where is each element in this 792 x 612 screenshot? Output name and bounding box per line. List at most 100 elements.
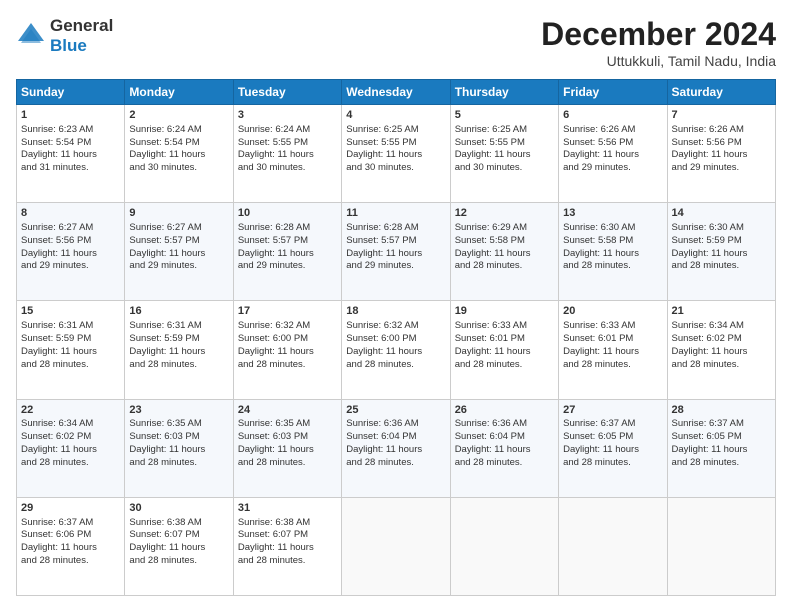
day-info: Sunrise: 6:30 AM	[563, 222, 662, 235]
day-info: Daylight: 11 hours	[21, 248, 120, 261]
day-info: Sunset: 6:05 PM	[563, 431, 662, 444]
day-info: Sunrise: 6:29 AM	[455, 222, 554, 235]
day-info: and 28 minutes.	[21, 359, 120, 372]
day-info: Daylight: 11 hours	[238, 444, 337, 457]
day-number: 31	[238, 501, 337, 516]
day-number: 13	[563, 206, 662, 221]
day-info: Daylight: 11 hours	[238, 149, 337, 162]
day-number: 6	[563, 108, 662, 123]
day-info: Daylight: 11 hours	[563, 346, 662, 359]
calendar-cell: 16Sunrise: 6:31 AMSunset: 5:59 PMDayligh…	[125, 301, 233, 399]
calendar-cell: 25Sunrise: 6:36 AMSunset: 6:04 PMDayligh…	[342, 399, 450, 497]
day-number: 24	[238, 403, 337, 418]
day-info: Sunrise: 6:31 AM	[21, 320, 120, 333]
day-info: Daylight: 11 hours	[563, 149, 662, 162]
calendar-cell: 11Sunrise: 6:28 AMSunset: 5:57 PMDayligh…	[342, 203, 450, 301]
day-info: Daylight: 11 hours	[455, 248, 554, 261]
day-info: Sunset: 5:57 PM	[238, 235, 337, 248]
day-info: and 28 minutes.	[21, 555, 120, 568]
day-info: Sunrise: 6:37 AM	[563, 418, 662, 431]
calendar-row-4: 22Sunrise: 6:34 AMSunset: 6:02 PMDayligh…	[17, 399, 776, 497]
logo-blue: Blue	[50, 36, 87, 55]
day-info: Sunset: 6:05 PM	[672, 431, 771, 444]
day-number: 16	[129, 304, 228, 319]
day-info: Daylight: 11 hours	[672, 444, 771, 457]
day-info: Sunrise: 6:24 AM	[238, 124, 337, 137]
day-info: Sunset: 5:59 PM	[672, 235, 771, 248]
day-info: Daylight: 11 hours	[346, 149, 445, 162]
calendar-cell: 30Sunrise: 6:38 AMSunset: 6:07 PMDayligh…	[125, 497, 233, 595]
day-number: 29	[21, 501, 120, 516]
day-number: 26	[455, 403, 554, 418]
calendar-cell	[667, 497, 775, 595]
day-info: Sunset: 5:59 PM	[129, 333, 228, 346]
day-info: Sunset: 6:04 PM	[455, 431, 554, 444]
calendar-row-3: 15Sunrise: 6:31 AMSunset: 5:59 PMDayligh…	[17, 301, 776, 399]
calendar-cell: 20Sunrise: 6:33 AMSunset: 6:01 PMDayligh…	[559, 301, 667, 399]
day-info: Sunrise: 6:27 AM	[129, 222, 228, 235]
calendar-cell: 31Sunrise: 6:38 AMSunset: 6:07 PMDayligh…	[233, 497, 341, 595]
calendar-row-2: 8Sunrise: 6:27 AMSunset: 5:56 PMDaylight…	[17, 203, 776, 301]
calendar-cell: 14Sunrise: 6:30 AMSunset: 5:59 PMDayligh…	[667, 203, 775, 301]
calendar-cell: 26Sunrise: 6:36 AMSunset: 6:04 PMDayligh…	[450, 399, 558, 497]
calendar-cell: 21Sunrise: 6:34 AMSunset: 6:02 PMDayligh…	[667, 301, 775, 399]
day-info: Daylight: 11 hours	[238, 248, 337, 261]
day-info: Sunrise: 6:25 AM	[346, 124, 445, 137]
day-info: and 29 minutes.	[672, 162, 771, 175]
logo-image	[16, 21, 46, 52]
day-header-thursday: Thursday	[450, 80, 558, 105]
calendar-cell: 24Sunrise: 6:35 AMSunset: 6:03 PMDayligh…	[233, 399, 341, 497]
day-info: Sunset: 6:03 PM	[238, 431, 337, 444]
day-number: 2	[129, 108, 228, 123]
day-info: Sunrise: 6:33 AM	[455, 320, 554, 333]
calendar-cell	[450, 497, 558, 595]
day-info: Daylight: 11 hours	[129, 248, 228, 261]
header: General Blue December 2024 Uttukkuli, Ta…	[16, 16, 776, 69]
day-info: Sunset: 5:55 PM	[455, 137, 554, 150]
day-info: and 28 minutes.	[563, 457, 662, 470]
day-info: and 28 minutes.	[455, 457, 554, 470]
day-header-tuesday: Tuesday	[233, 80, 341, 105]
location: Uttukkuli, Tamil Nadu, India	[541, 53, 776, 69]
day-info: Daylight: 11 hours	[563, 444, 662, 457]
day-info: Daylight: 11 hours	[672, 248, 771, 261]
page: General Blue December 2024 Uttukkuli, Ta…	[0, 0, 792, 612]
day-info: Sunrise: 6:36 AM	[455, 418, 554, 431]
day-info: Daylight: 11 hours	[672, 149, 771, 162]
day-info: and 31 minutes.	[21, 162, 120, 175]
calendar-cell: 10Sunrise: 6:28 AMSunset: 5:57 PMDayligh…	[233, 203, 341, 301]
calendar-cell: 22Sunrise: 6:34 AMSunset: 6:02 PMDayligh…	[17, 399, 125, 497]
day-info: Daylight: 11 hours	[21, 149, 120, 162]
day-info: Sunrise: 6:26 AM	[563, 124, 662, 137]
month-title: December 2024	[541, 16, 776, 53]
day-header-sunday: Sunday	[17, 80, 125, 105]
day-number: 30	[129, 501, 228, 516]
day-info: Sunrise: 6:32 AM	[238, 320, 337, 333]
day-info: and 28 minutes.	[346, 457, 445, 470]
day-info: Daylight: 11 hours	[455, 149, 554, 162]
day-info: and 28 minutes.	[238, 457, 337, 470]
day-info: and 30 minutes.	[129, 162, 228, 175]
day-number: 27	[563, 403, 662, 418]
day-info: Sunset: 6:03 PM	[129, 431, 228, 444]
calendar-cell	[559, 497, 667, 595]
day-info: Sunset: 5:56 PM	[21, 235, 120, 248]
calendar-cell: 8Sunrise: 6:27 AMSunset: 5:56 PMDaylight…	[17, 203, 125, 301]
day-info: Sunset: 5:58 PM	[455, 235, 554, 248]
day-info: and 28 minutes.	[672, 359, 771, 372]
day-info: and 29 minutes.	[563, 162, 662, 175]
day-info: and 28 minutes.	[129, 359, 228, 372]
calendar-cell: 12Sunrise: 6:29 AMSunset: 5:58 PMDayligh…	[450, 203, 558, 301]
day-number: 21	[672, 304, 771, 319]
day-info: Daylight: 11 hours	[129, 444, 228, 457]
day-header-saturday: Saturday	[667, 80, 775, 105]
day-info: Sunset: 5:54 PM	[129, 137, 228, 150]
calendar-cell: 9Sunrise: 6:27 AMSunset: 5:57 PMDaylight…	[125, 203, 233, 301]
day-number: 4	[346, 108, 445, 123]
day-info: and 28 minutes.	[563, 359, 662, 372]
calendar-cell: 28Sunrise: 6:37 AMSunset: 6:05 PMDayligh…	[667, 399, 775, 497]
calendar-cell: 15Sunrise: 6:31 AMSunset: 5:59 PMDayligh…	[17, 301, 125, 399]
calendar-cell: 4Sunrise: 6:25 AMSunset: 5:55 PMDaylight…	[342, 105, 450, 203]
day-info: and 30 minutes.	[238, 162, 337, 175]
day-info: Daylight: 11 hours	[21, 444, 120, 457]
